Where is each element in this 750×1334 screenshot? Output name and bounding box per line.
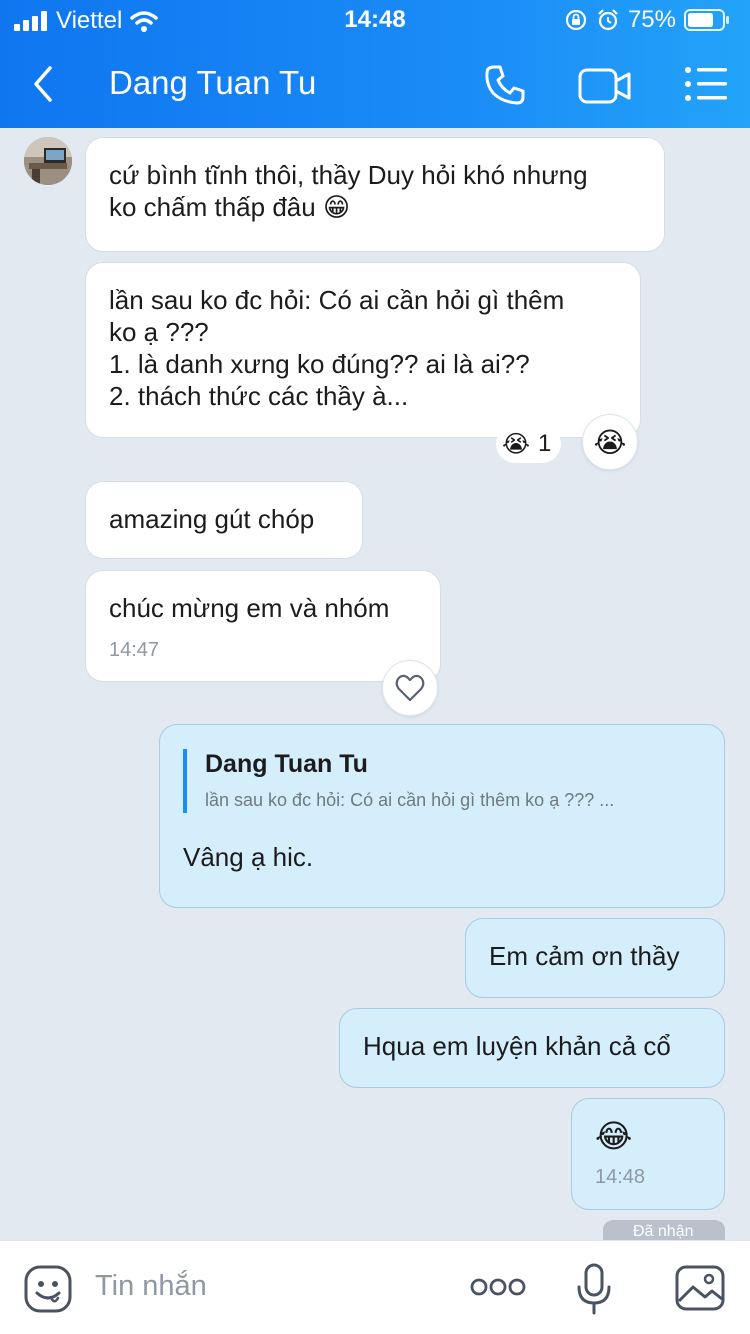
- alarm-icon: [598, 9, 618, 31]
- sticker-button[interactable]: [24, 1265, 72, 1313]
- crying-emoji: 😭: [502, 430, 531, 458]
- more-options-button[interactable]: [470, 1277, 526, 1297]
- video-call-button[interactable]: [578, 66, 632, 106]
- grinning-emoji: 😁: [322, 192, 351, 222]
- rotation-lock-icon: [565, 9, 587, 31]
- laughing-emoji: 😂: [595, 1118, 633, 1154]
- photo-button[interactable]: [675, 1265, 725, 1311]
- message-bubble-incoming[interactable]: amazing gút chóp: [85, 481, 363, 559]
- message-input[interactable]: Tin nhắn: [95, 1270, 207, 1303]
- reaction-count: 1: [538, 430, 552, 457]
- voice-call-button[interactable]: [482, 62, 528, 108]
- message-text: Hqua em luyện khản cả cổ: [363, 1031, 671, 1061]
- message-bubble-incoming[interactable]: chúc mừng em và nhóm 14:47: [85, 570, 441, 682]
- quote-text: lần sau ko đc hỏi: Có ai cần hỏi gì thêm…: [205, 790, 615, 810]
- composer-bar: Tin nhắn: [0, 1240, 750, 1334]
- chat-header: Viettel 14:48 75% Dang Tuan Tu: [0, 0, 750, 128]
- message-text: chúc mừng em và nhóm: [109, 593, 390, 623]
- image-icon: [675, 1265, 725, 1311]
- video-camera-icon: [578, 68, 631, 104]
- phone-icon: [485, 65, 525, 105]
- signal-icon: [14, 11, 47, 31]
- message-text: cứ bình tĩnh thôi, thầy Duy hỏi khó nhưn…: [109, 160, 588, 190]
- contact-photo-icon: [24, 137, 72, 185]
- quote-author: Dang Tuan Tu: [205, 750, 368, 778]
- message-time: 14:48: [595, 1166, 646, 1188]
- avatar[interactable]: [24, 137, 72, 185]
- message-text: ko ạ ???: [109, 317, 209, 347]
- reaction-summary[interactable]: 😭 1: [496, 425, 562, 463]
- reaction-button[interactable]: 😭: [582, 414, 638, 470]
- message-bubble-outgoing[interactable]: Hqua em luyện khản cả cổ: [339, 1008, 725, 1088]
- options-menu-button[interactable]: [684, 66, 728, 102]
- message-text: amazing gút chóp: [109, 504, 315, 534]
- message-text: ko chấm thấp đâu: [109, 192, 316, 222]
- microphone-icon: [577, 1263, 611, 1315]
- nav-bar: Dang Tuan Tu: [0, 40, 750, 128]
- message-text: Vâng ạ hic.: [183, 842, 314, 872]
- back-button[interactable]: [24, 62, 64, 106]
- wifi-icon: [130, 11, 159, 32]
- like-button[interactable]: [382, 660, 438, 716]
- message-text: lần sau ko đc hỏi: Có ai cần hỏi gì thêm: [109, 285, 565, 315]
- message-bubble-outgoing[interactable]: 😂 14:48: [571, 1098, 725, 1210]
- reply-quote[interactable]: Dang Tuan Tu lần sau ko đc hỏi: Có ai cầ…: [183, 749, 701, 813]
- battery-icon: [684, 9, 729, 31]
- message-text: 2. thách thức các thầy à...: [109, 381, 409, 411]
- battery-percent: 75%: [627, 6, 676, 33]
- message-text: Em cảm ơn thầy: [489, 941, 680, 971]
- crying-emoji: 😭: [593, 426, 627, 458]
- message-bubble-outgoing[interactable]: Em cảm ơn thầy: [465, 918, 725, 998]
- contact-name[interactable]: Dang Tuan Tu: [109, 64, 316, 102]
- message-bubble-incoming[interactable]: lần sau ko đc hỏi: Có ai cần hỏi gì thêm…: [85, 262, 641, 438]
- message-bubble-outgoing[interactable]: Dang Tuan Tu lần sau ko đc hỏi: Có ai cầ…: [159, 724, 725, 908]
- list-menu-icon: [685, 67, 727, 101]
- heart-icon: [395, 674, 425, 702]
- message-bubble-incoming[interactable]: cứ bình tĩnh thôi, thầy Duy hỏi khó nhưn…: [85, 137, 665, 252]
- carrier-name: Viettel: [56, 7, 123, 34]
- voice-message-button[interactable]: [576, 1263, 612, 1315]
- read-receipt: Đã nhận: [603, 1220, 725, 1240]
- message-time: 14:47: [109, 639, 160, 661]
- more-dots-icon: [470, 1278, 526, 1296]
- smiley-icon: [24, 1265, 72, 1313]
- status-bar: Viettel 14:48 75%: [0, 0, 750, 40]
- message-text: 1. là danh xưng ko đúng?? ai là ai??: [109, 349, 530, 379]
- chevron-left-icon: [34, 66, 52, 102]
